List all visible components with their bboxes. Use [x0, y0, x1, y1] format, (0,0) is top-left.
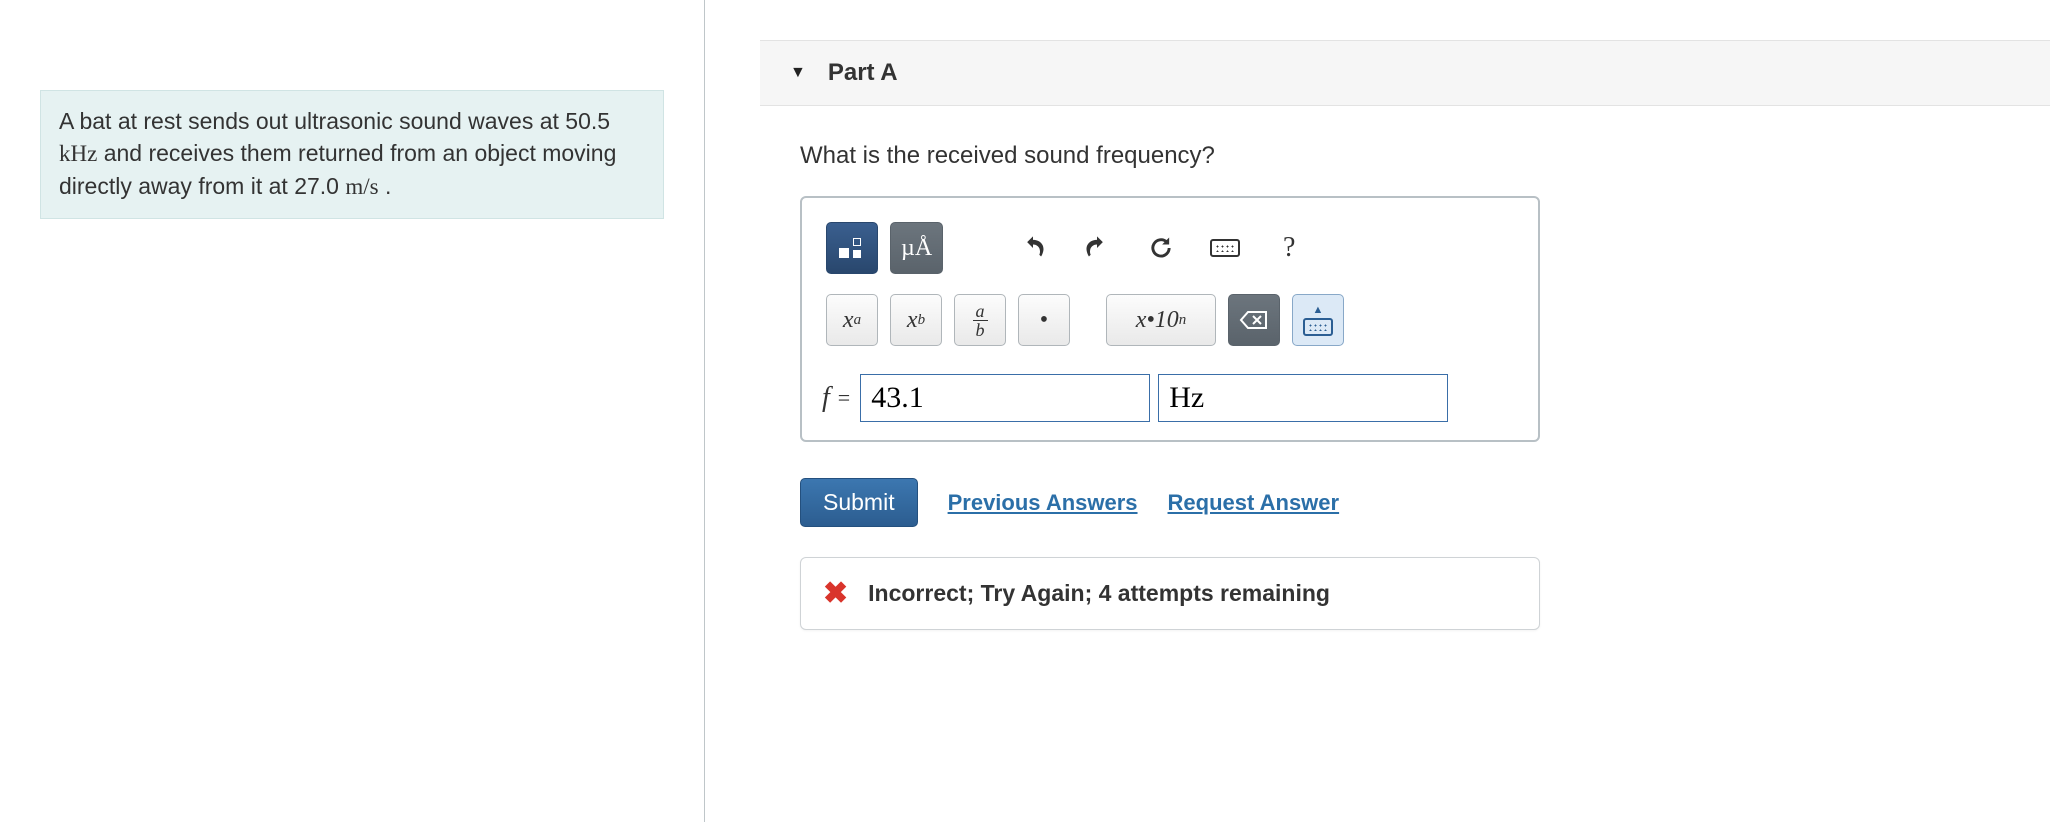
undo-icon: [1019, 234, 1047, 262]
keyboard-button[interactable]: [1199, 222, 1251, 274]
backspace-icon: [1239, 310, 1269, 330]
templates-icon: [839, 238, 865, 258]
problem-text-3: .: [379, 173, 392, 199]
keyboard-icon: [1210, 239, 1240, 257]
equals-sign: =: [838, 385, 850, 411]
answer-unit-input[interactable]: [1158, 374, 1448, 422]
dot-icon: •: [1040, 307, 1048, 334]
redo-button[interactable]: [1071, 222, 1123, 274]
feedback-box: ✖ Incorrect; Try Again; 4 attempts remai…: [800, 557, 1540, 630]
subscript-button[interactable]: xb: [890, 294, 942, 346]
dot-button[interactable]: •: [1018, 294, 1070, 346]
units-button[interactable]: µÅ: [890, 222, 943, 274]
templates-button[interactable]: [826, 222, 878, 274]
column-divider: [704, 0, 705, 822]
answer-variable: f: [822, 382, 830, 414]
answer-value-input[interactable]: [860, 374, 1150, 422]
scientific-notation-button[interactable]: x•10n: [1106, 294, 1216, 346]
fraction-button[interactable]: ab: [954, 294, 1006, 346]
superscript-button[interactable]: xa: [826, 294, 878, 346]
answer-row: f =: [822, 374, 1518, 422]
submit-button[interactable]: Submit: [800, 478, 918, 527]
part-header[interactable]: ▼ Part A: [760, 40, 2050, 106]
incorrect-icon: ✖: [823, 576, 848, 611]
equation-editor: µÅ ?: [800, 196, 1540, 442]
problem-statement: A bat at rest sends out ultrasonic sound…: [40, 90, 664, 219]
keyboard-icon: [1303, 318, 1333, 336]
part-label: Part A: [828, 59, 898, 87]
undo-button[interactable]: [1007, 222, 1059, 274]
help-button[interactable]: ?: [1263, 222, 1315, 274]
problem-freq-unit: kHz: [59, 141, 97, 166]
collapse-triangle-icon: ▼: [790, 64, 806, 82]
problem-speed-unit: m/s: [345, 174, 378, 199]
feedback-message: Incorrect; Try Again; 4 attempts remaini…: [868, 580, 1330, 607]
units-label: µÅ: [901, 235, 932, 262]
question-prompt: What is the received sound frequency?: [800, 142, 2010, 170]
problem-speed: 27.0: [294, 173, 345, 199]
backspace-button[interactable]: [1228, 294, 1280, 346]
problem-text: A bat at rest sends out ultrasonic sound…: [59, 108, 565, 134]
chevron-up-icon: ▲: [1313, 304, 1324, 316]
problem-freq: 50.5: [565, 108, 610, 134]
reset-button[interactable]: [1135, 222, 1187, 274]
previous-answers-link[interactable]: Previous Answers: [948, 490, 1138, 516]
reset-icon: [1147, 234, 1175, 262]
keyboard-blue-button[interactable]: ▲: [1292, 294, 1344, 346]
help-icon: ?: [1283, 232, 1295, 264]
redo-icon: [1083, 234, 1111, 262]
request-answer-link[interactable]: Request Answer: [1168, 490, 1340, 516]
